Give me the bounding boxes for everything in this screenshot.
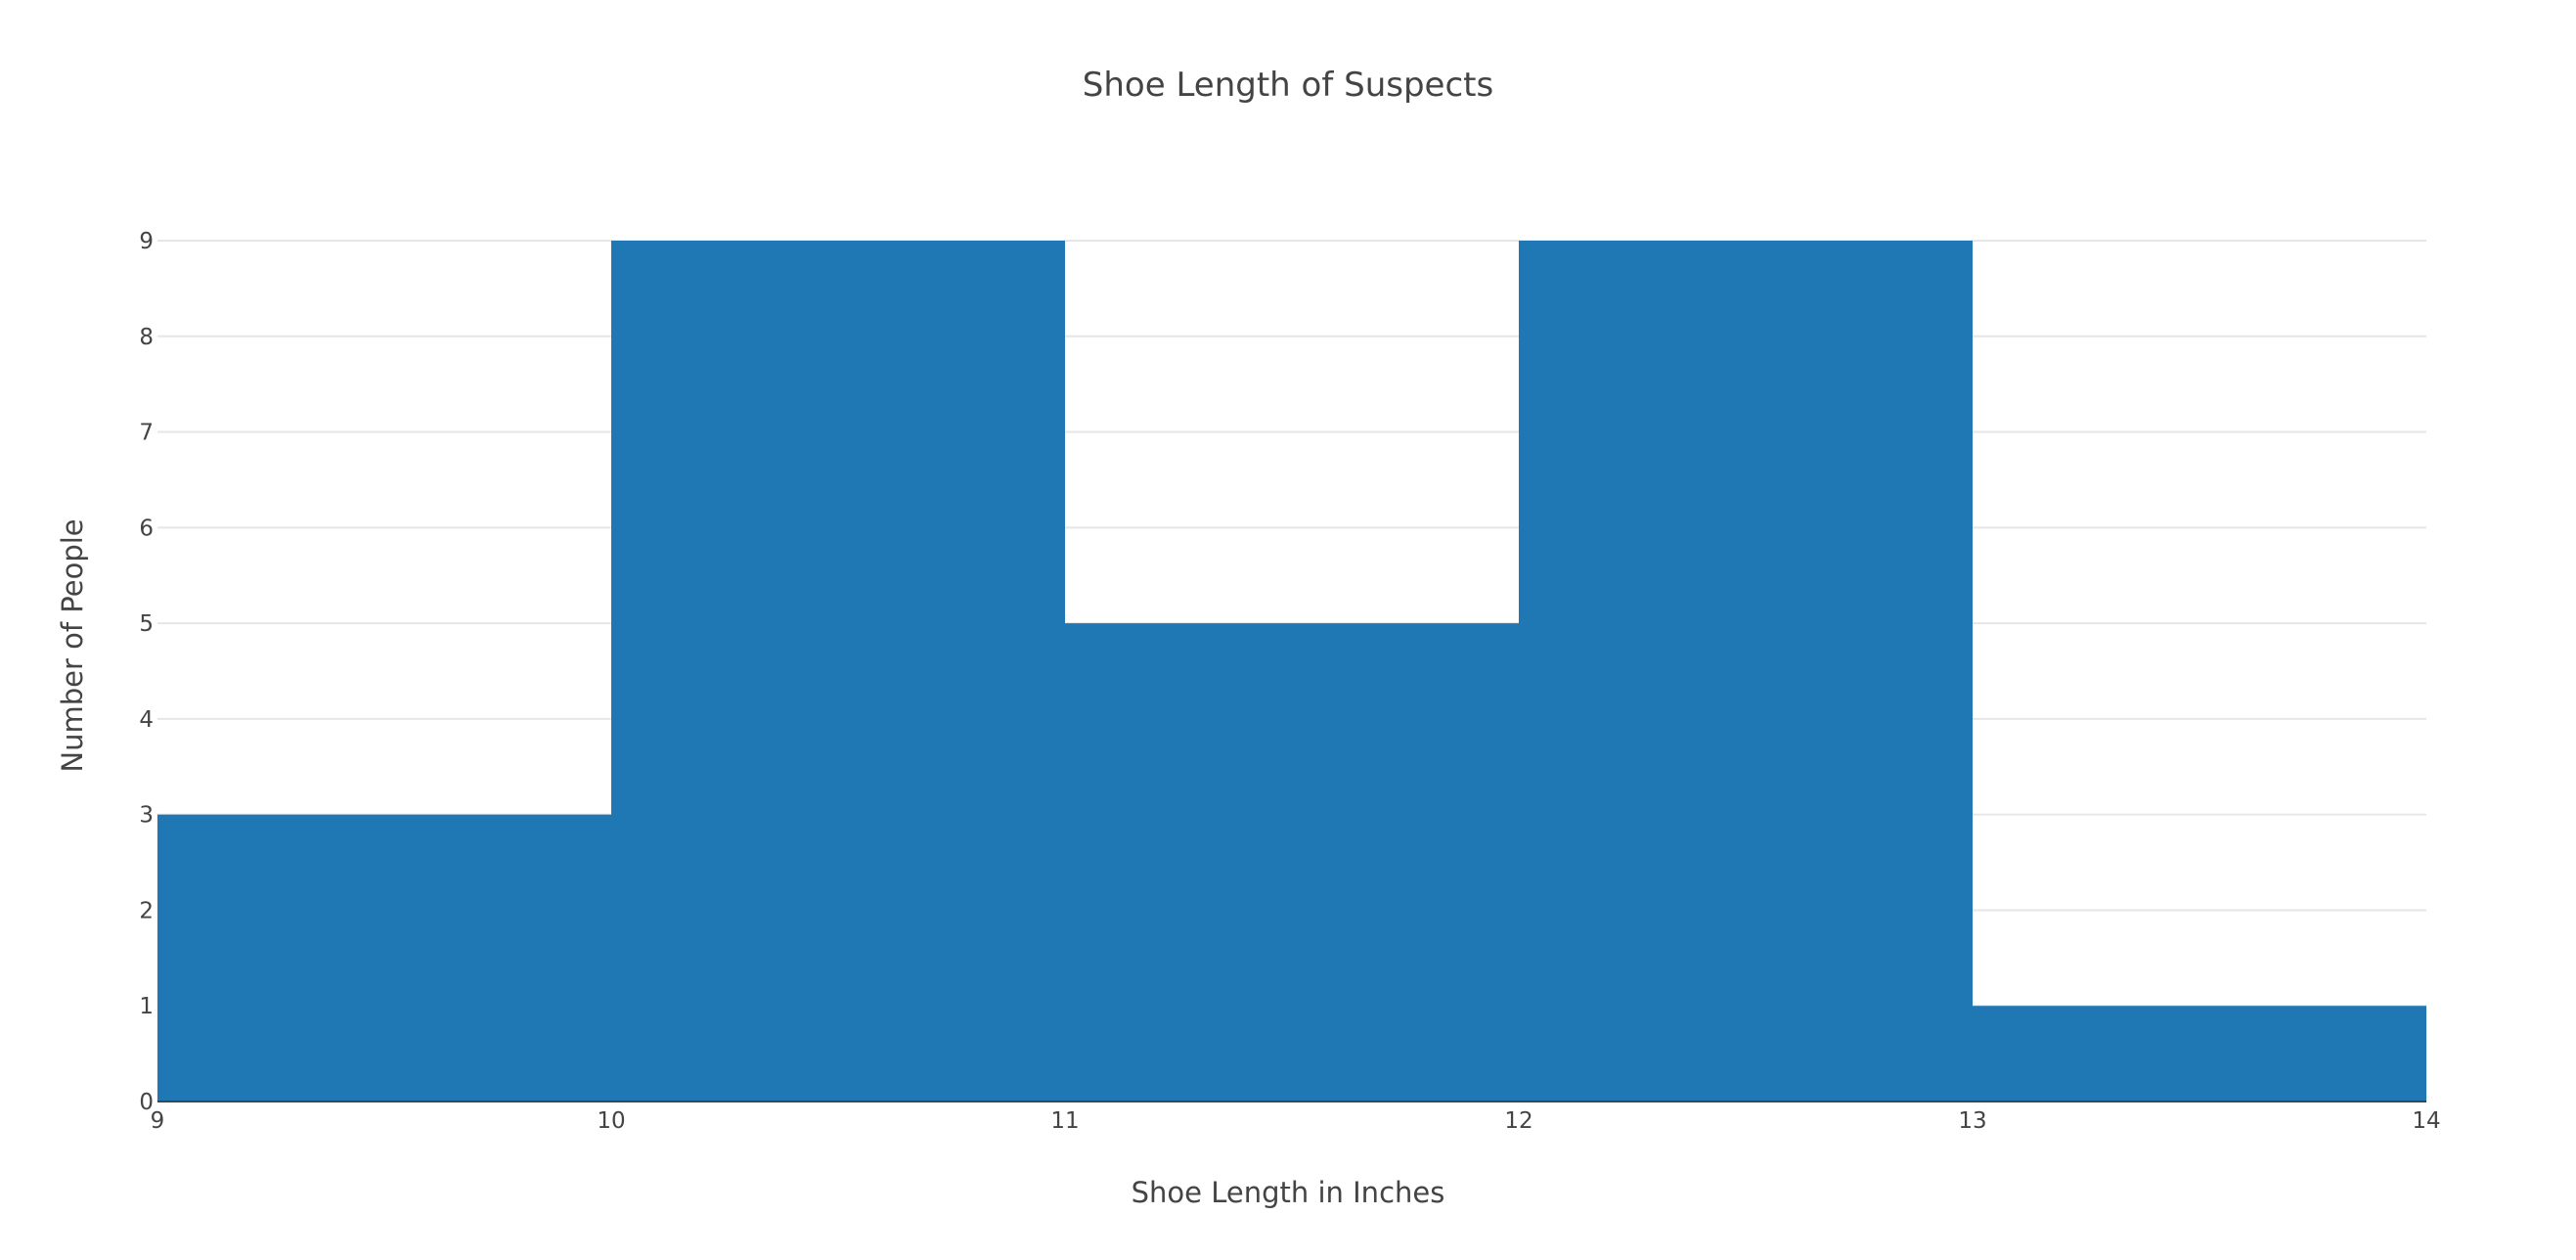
histogram-bars <box>157 241 2426 1102</box>
histogram-chart: 0123456789 9 10 11 12 13 14 Shoe Length of Su… <box>0 0 2576 1256</box>
x-tick-label-14: 14 <box>2412 1108 2440 1134</box>
x-tick-label-13: 13 <box>1958 1108 1986 1134</box>
y-tick-label-6: 6 <box>139 516 154 541</box>
y-tick-label-8: 8 <box>139 325 154 350</box>
y-tick-label-5: 5 <box>139 611 154 637</box>
y-tick-label-4: 4 <box>139 707 154 733</box>
histogram-bar-13-14 <box>1973 1006 2426 1102</box>
histogram-bar-10-11 <box>611 241 1065 1102</box>
x-tick-label-12: 12 <box>1504 1108 1532 1134</box>
y-tick-label-1: 1 <box>139 994 154 1019</box>
y-tick-label-2: 2 <box>139 898 154 923</box>
x-tick-label-11: 11 <box>1050 1108 1079 1134</box>
chart-canvas: 0123456789 9 10 11 12 13 14 Shoe Length of Su… <box>56 66 2441 1209</box>
y-tick-label-7: 7 <box>139 421 154 446</box>
chart-title: Shoe Length of Suspects <box>1083 66 1493 105</box>
y-axis-title: Number of People <box>56 518 89 772</box>
histogram-bar-9-10 <box>157 814 611 1102</box>
x-axis-title: Shoe Length in Inches <box>1132 1176 1445 1209</box>
y-tick-label-3: 3 <box>139 803 154 829</box>
x-tick-label-10: 10 <box>597 1108 625 1134</box>
histogram-bar-12-13 <box>1519 241 1973 1102</box>
histogram-bar-11-12 <box>1065 623 1519 1102</box>
y-axis-ticks: 0123456789 <box>139 229 154 1115</box>
y-tick-label-9: 9 <box>139 229 154 254</box>
x-tick-label-9: 9 <box>151 1108 165 1134</box>
x-axis-ticks: 9 10 11 12 13 14 <box>151 1108 2441 1134</box>
